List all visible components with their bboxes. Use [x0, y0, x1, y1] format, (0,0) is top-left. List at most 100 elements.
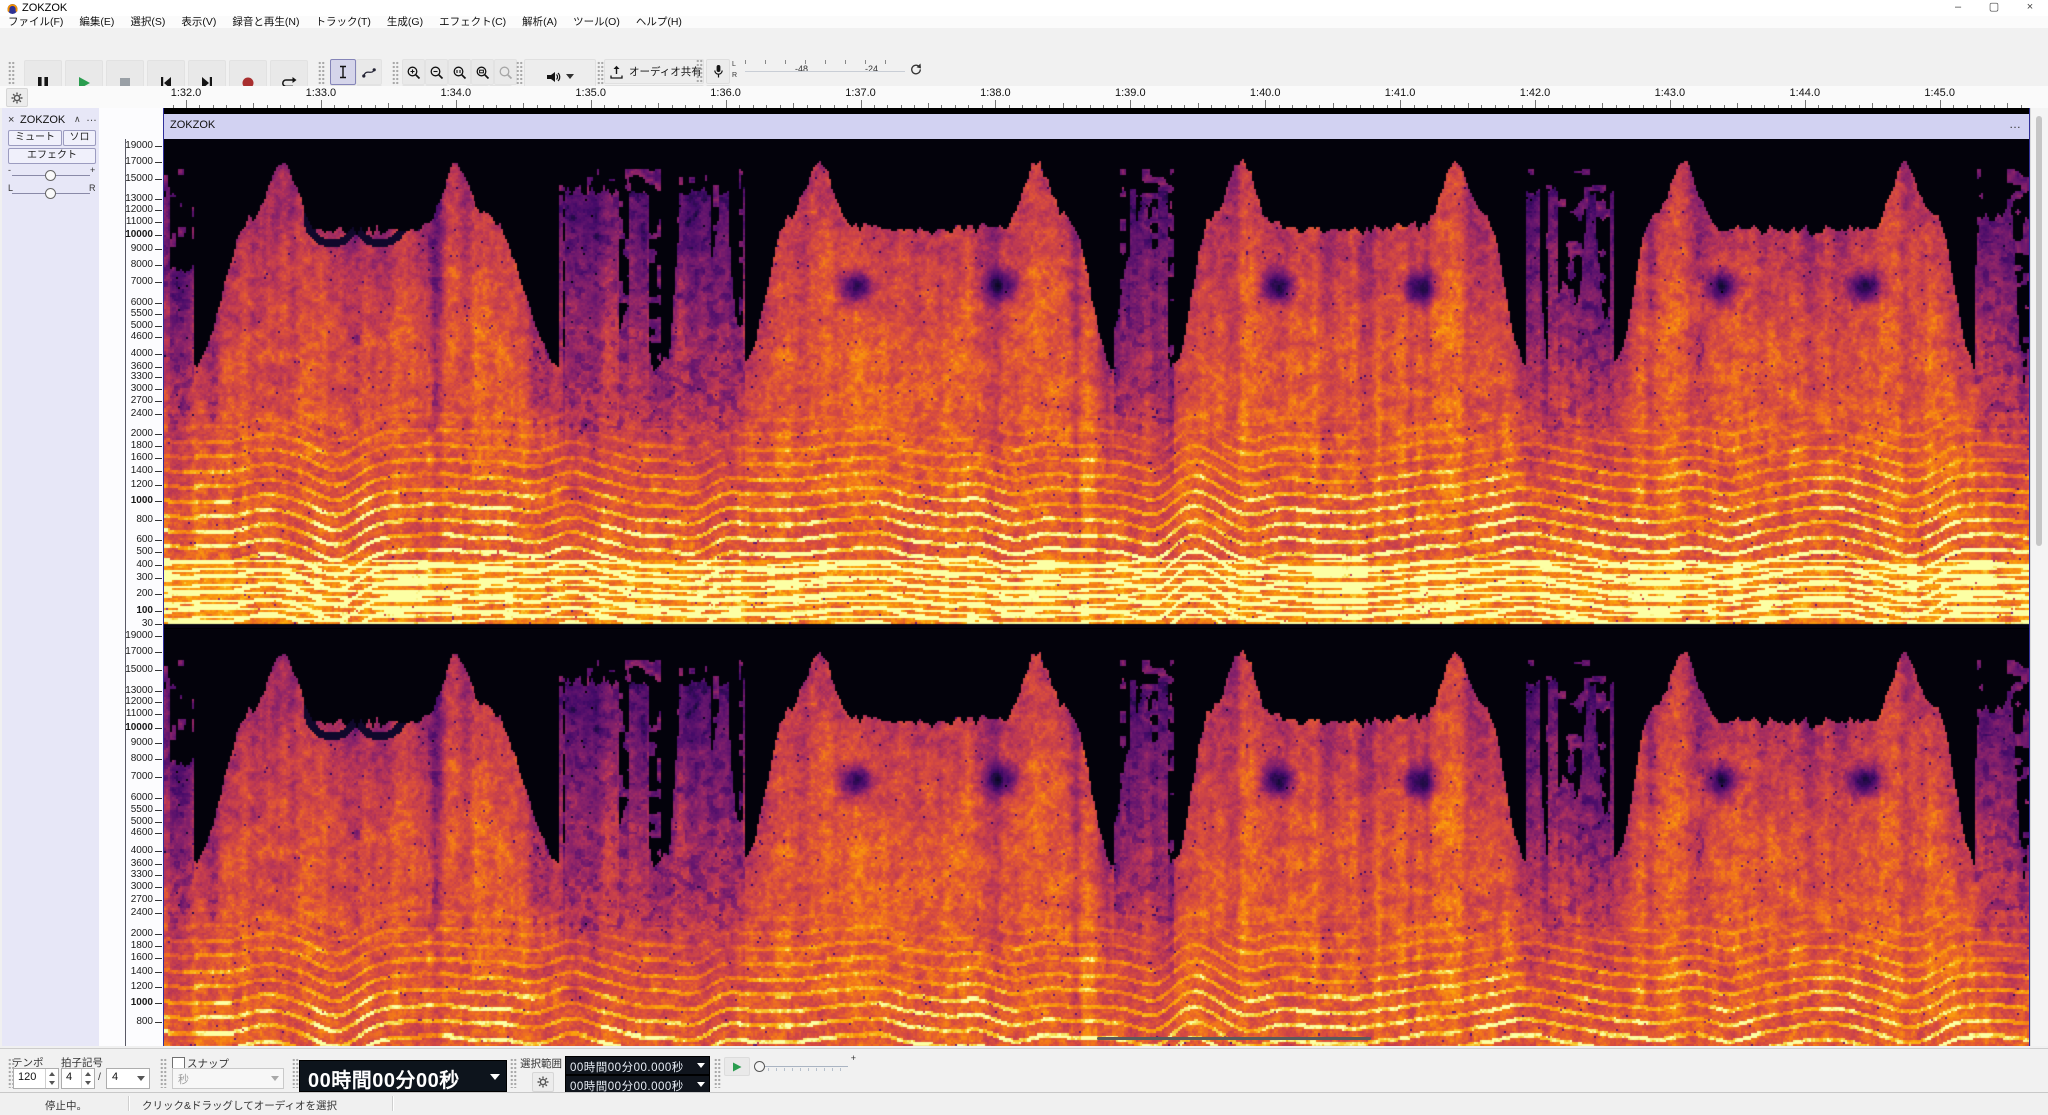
timeline-tick-label: 1:38.0 — [960, 87, 1030, 99]
track-close-button[interactable]: × — [8, 114, 14, 126]
freq-tick-label: 1000 — [97, 997, 153, 1008]
freq-tick-label: 13000 — [97, 193, 153, 204]
envelope-tool-button[interactable] — [356, 59, 382, 85]
microphone-icon — [712, 64, 725, 79]
zoom-toggle-button[interactable] — [494, 59, 517, 85]
freq-tick — [155, 636, 162, 637]
solo-button[interactable]: ソロ — [63, 130, 96, 146]
timeline-options-button[interactable] — [6, 88, 28, 107]
freq-tick-label: 4000 — [97, 348, 153, 359]
freq-tick — [155, 326, 162, 327]
snap-unit-select[interactable]: 秒 — [172, 1068, 284, 1089]
play-speed-thumb[interactable] — [754, 1061, 765, 1072]
spin-up-icon[interactable] — [85, 1072, 91, 1076]
tempo-input[interactable]: 120 — [13, 1068, 59, 1089]
clip-menu-button[interactable]: … — [2009, 117, 2022, 131]
selection-tool-button[interactable] — [330, 59, 356, 85]
track-control-panel[interactable]: × ZOKZOK ∧ … ミュート ソロ エフェクト - + L R — [2, 108, 100, 1046]
zoom-out-button[interactable] — [425, 59, 448, 85]
play-speed-grip[interactable] — [714, 1058, 721, 1088]
zoom-in-button[interactable] — [402, 59, 425, 85]
minimize-button[interactable]: – — [1940, 0, 1976, 16]
effects-button[interactable]: エフェクト — [8, 148, 96, 164]
freq-tick-label: 400 — [97, 559, 153, 570]
zoom-fit-project-button[interactable] — [471, 59, 494, 85]
audio-clip[interactable]: ZOKZOK … — [163, 108, 2030, 1046]
track-menu-button[interactable]: … — [86, 112, 97, 124]
clip-title[interactable]: ZOKZOK — [170, 119, 215, 131]
freq-tick-label: 200 — [97, 588, 153, 599]
selection-options-button[interactable] — [532, 1072, 554, 1092]
track-name[interactable]: ZOKZOK — [20, 114, 65, 126]
freq-tick — [155, 377, 162, 378]
zoom-toggle-icon — [498, 65, 513, 80]
meter-scale-label: -24 — [865, 64, 878, 74]
menu-item[interactable]: ヘルプ(H) — [628, 16, 690, 28]
record-meter-grip[interactable] — [696, 59, 703, 83]
clip-header[interactable]: ZOKZOK … — [163, 114, 2030, 140]
spectrogram-channel-1[interactable] — [164, 139, 2029, 628]
freq-tick — [155, 743, 162, 744]
pan-slider-thumb[interactable] — [45, 188, 56, 199]
play-at-speed-button[interactable] — [724, 1057, 750, 1076]
snap-toolbar-grip[interactable] — [160, 1058, 167, 1088]
zoom-to-selection-icon — [452, 65, 467, 80]
track-collapse-button[interactable]: ∧ — [74, 114, 81, 125]
menu-item[interactable]: エフェクト(C) — [431, 16, 514, 28]
freq-tick-label: 30 — [97, 618, 153, 629]
maximize-button[interactable]: ▢ — [1976, 0, 2012, 16]
menu-item[interactable]: 録音と再生(N) — [224, 16, 307, 28]
time-signature-divider: / — [98, 1071, 101, 1083]
freq-tick — [155, 199, 162, 200]
time-display-grip[interactable] — [292, 1058, 299, 1088]
title-bar: ZOKZOK – ▢ × — [0, 0, 2048, 17]
chevron-down-icon — [697, 1063, 705, 1068]
timeline-ruler[interactable]: 1:32.01:33.01:34.01:35.01:36.01:37.01:38… — [0, 86, 2048, 109]
freq-tick — [155, 414, 162, 415]
timeline-tick-label: 1:36.0 — [691, 87, 761, 99]
vertical-scrollbar-thumb[interactable] — [2036, 116, 2042, 546]
upload-icon — [609, 64, 624, 79]
horizontal-scrollbar-thumb[interactable] — [1097, 1037, 1371, 1040]
zoom-to-selection-button[interactable] — [448, 59, 471, 85]
freq-tick — [155, 249, 162, 250]
spectrogram-channel-2[interactable] — [164, 629, 2029, 1046]
menu-item[interactable]: 編集(E) — [71, 16, 122, 28]
selection-toolbar-grip[interactable] — [510, 1058, 517, 1088]
menu-item[interactable]: 表示(V) — [173, 16, 224, 28]
spin-up-icon[interactable] — [49, 1072, 55, 1076]
audio-position-display[interactable]: 00時間00分00秒 — [299, 1060, 507, 1092]
freq-tick — [155, 759, 162, 760]
menu-item[interactable]: 選択(S) — [122, 16, 173, 28]
vertical-scrollbar[interactable] — [2030, 108, 2048, 1046]
spin-down-icon[interactable] — [85, 1081, 91, 1085]
menu-item[interactable]: ファイル(F) — [0, 16, 71, 28]
menu-item[interactable]: 生成(G) — [379, 16, 431, 28]
time-signature-upper-input[interactable]: 4 — [61, 1068, 95, 1089]
timeline-tick — [1400, 100, 1401, 108]
close-button[interactable]: × — [2012, 0, 2048, 16]
freq-tick — [155, 337, 162, 338]
recording-meter-scale[interactable]: -48 -24 — [745, 59, 917, 82]
tempo-spinner[interactable] — [45, 1069, 58, 1088]
menu-item[interactable]: ツール(O) — [565, 16, 628, 28]
freq-tick — [155, 520, 162, 521]
recording-meter-button[interactable] — [706, 59, 730, 84]
play-speed-slider[interactable]: + — [752, 1057, 856, 1074]
freq-tick — [155, 354, 162, 355]
freq-tick — [155, 887, 162, 888]
menu-item[interactable]: トラック(T) — [308, 16, 379, 28]
menu-item[interactable]: 解析(A) — [514, 16, 565, 28]
freq-tick — [155, 1022, 162, 1023]
time-signature-spinner[interactable] — [81, 1069, 94, 1088]
share-audio-button[interactable]: オーディオ共有 — [604, 59, 704, 84]
freq-tick-label: 1200 — [97, 981, 153, 992]
selection-start-field[interactable]: 00時間00分00.000秒 — [565, 1056, 710, 1075]
meter-refresh-icon[interactable] — [907, 62, 923, 78]
gain-slider-thumb[interactable] — [45, 170, 56, 181]
time-signature-lower-select[interactable]: 4 — [106, 1068, 150, 1089]
timeline-tick-label: 1:39.0 — [1095, 87, 1165, 99]
spin-down-icon[interactable] — [49, 1081, 55, 1085]
mute-button[interactable]: ミュート — [8, 130, 62, 146]
timeline-tick-label: 1:40.0 — [1230, 87, 1300, 99]
